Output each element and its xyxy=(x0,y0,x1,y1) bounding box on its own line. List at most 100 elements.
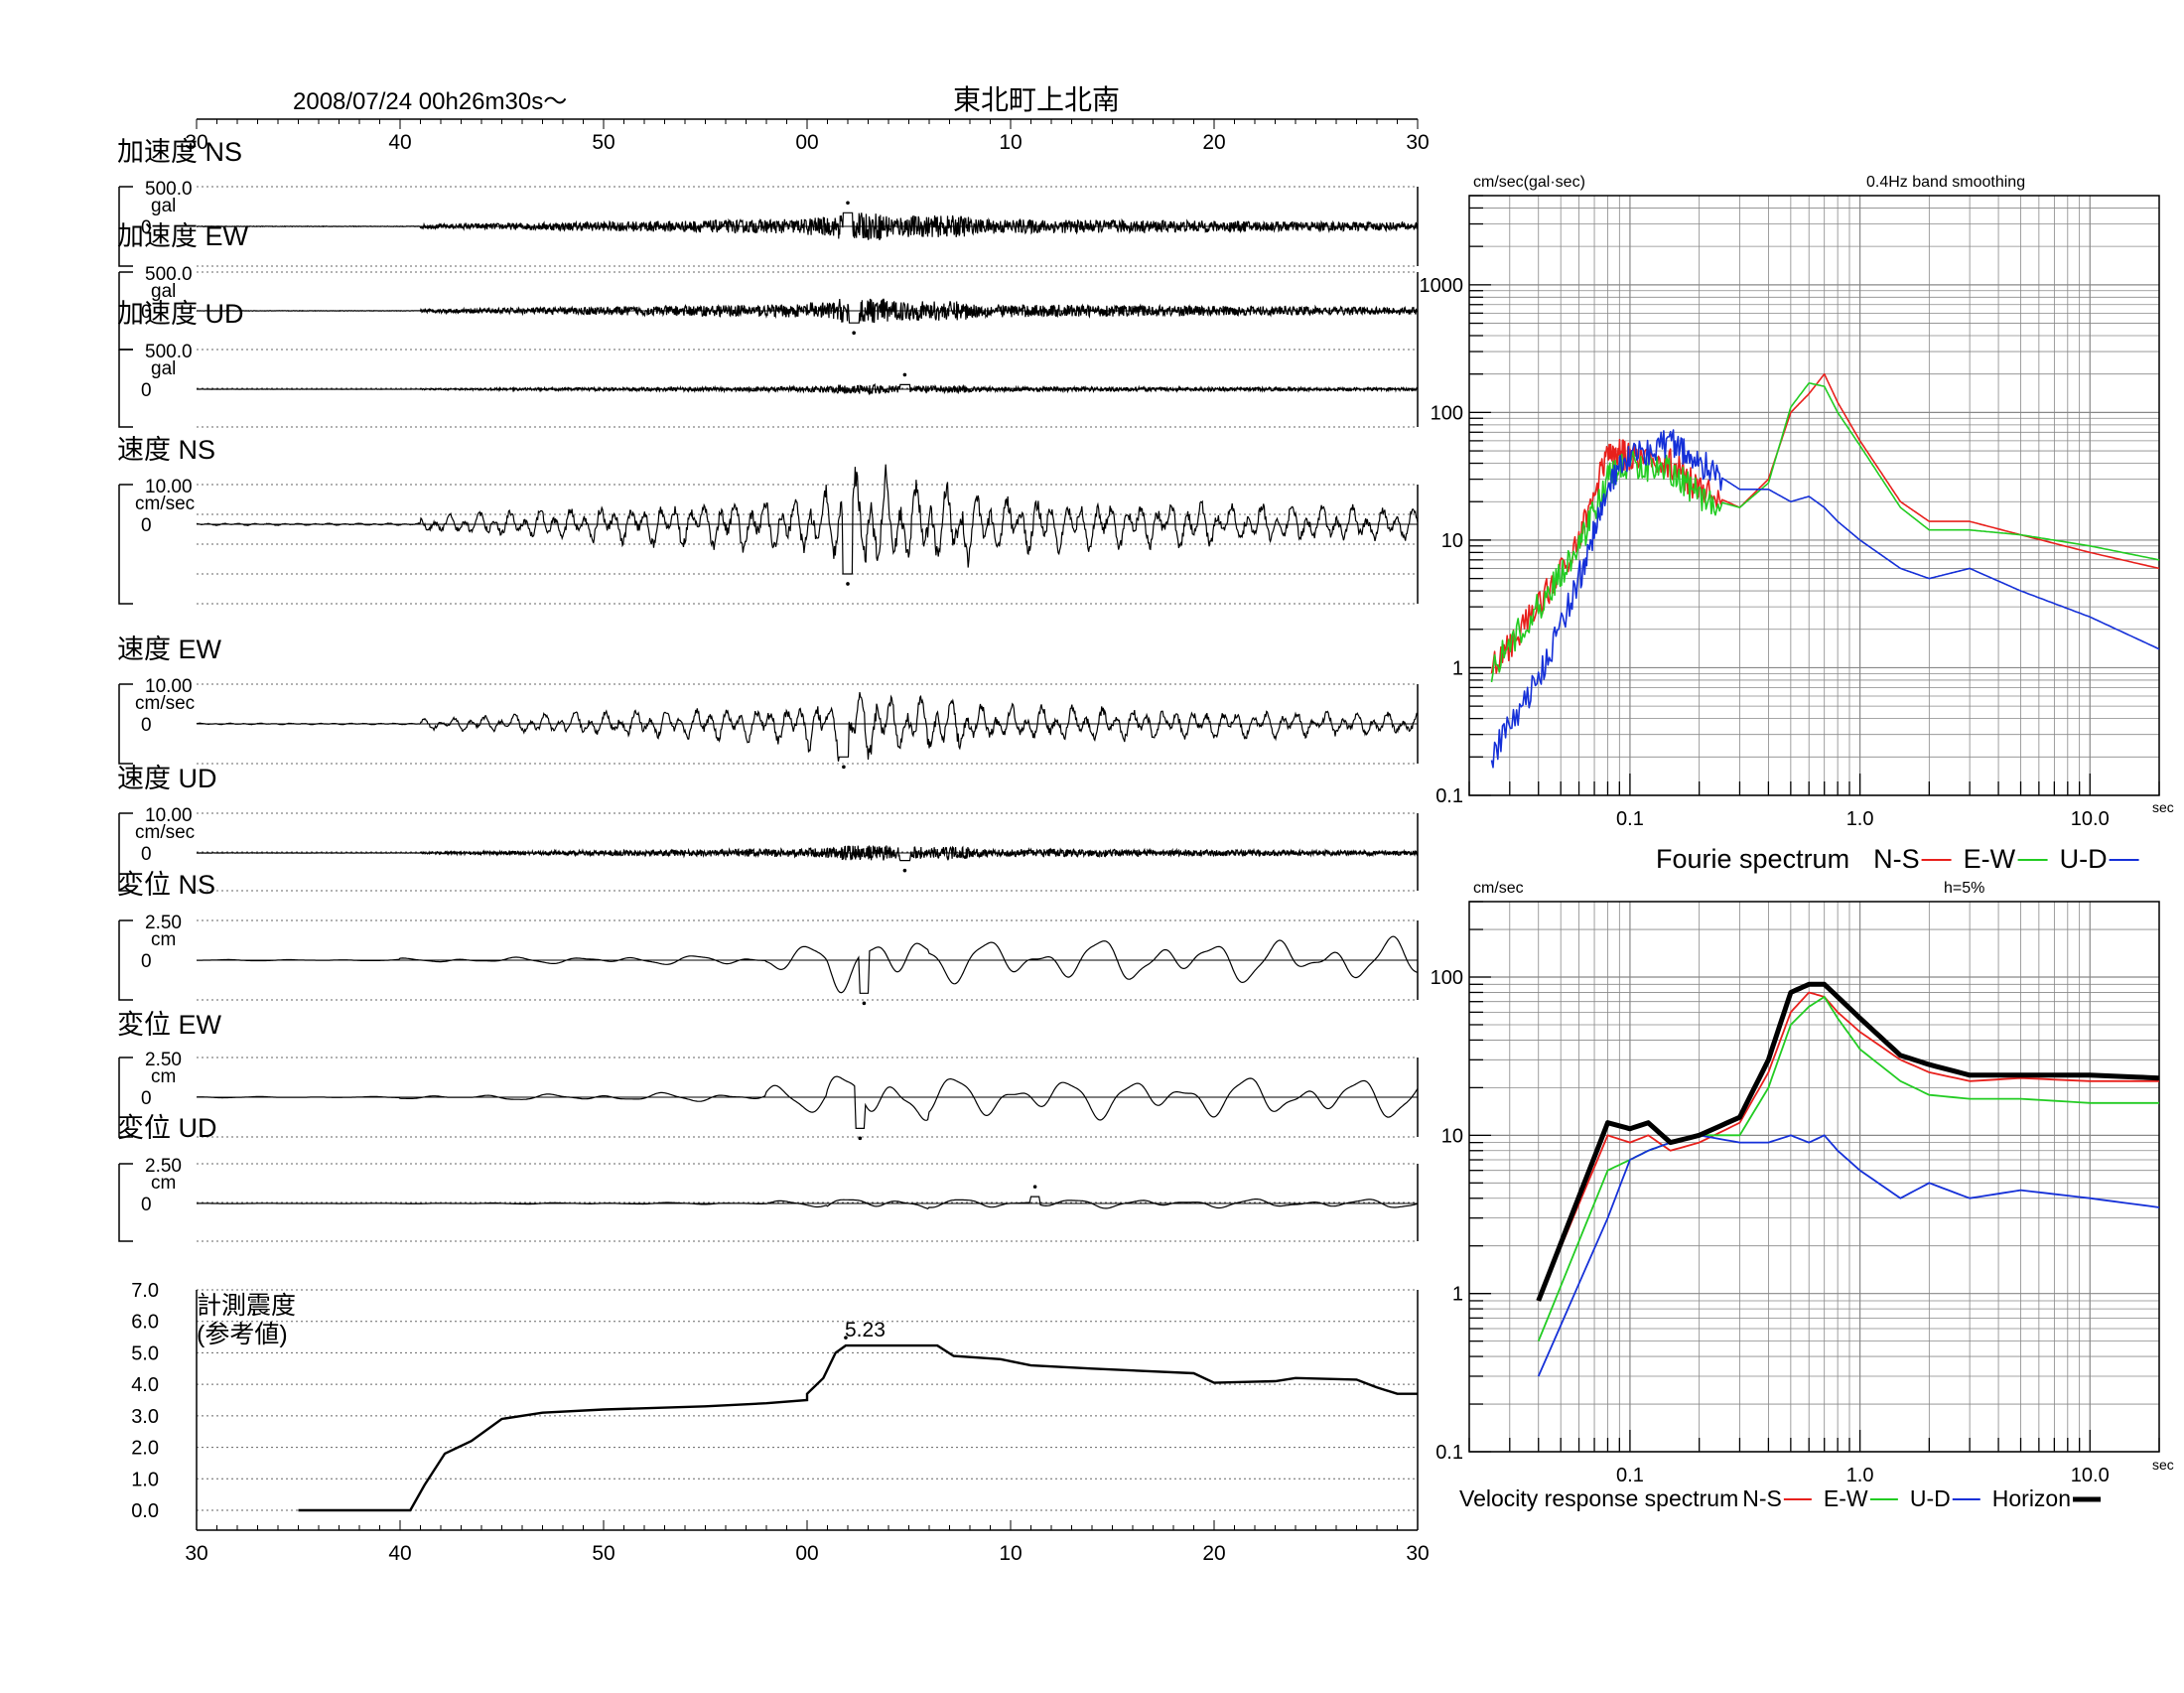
intensity-time-label: 40 xyxy=(388,1542,411,1565)
record-datetime: 2008/07/24 00h26m30s〜 xyxy=(293,88,567,115)
spectrum-series-ud xyxy=(1490,429,2160,769)
trace-unit: gal xyxy=(151,196,176,216)
station-name: 東北町上北南 xyxy=(953,84,1120,115)
trace-zero: 0 xyxy=(141,715,152,736)
trace-unit: cm xyxy=(151,1173,176,1194)
fourier-legend-label: N-S xyxy=(1873,844,1920,874)
spectrum-y-label: 1 xyxy=(1452,1284,1463,1306)
response-legend-title: Velocity response spectrum xyxy=(1459,1485,1738,1511)
intensity-peak-marker xyxy=(844,1336,848,1340)
response-legend-label: E-W xyxy=(1824,1485,1868,1511)
trace-label: 加速度 EW xyxy=(117,221,249,251)
time-tick-label: 40 xyxy=(388,131,411,154)
trace-zero: 0 xyxy=(141,1195,152,1215)
fourier-spectrum-chart: cm/sec(gal·sec) 0.4Hz band smoothing sec… xyxy=(1420,174,2174,874)
trace-label: 加速度 NS xyxy=(117,137,242,167)
trace-unit: cm xyxy=(151,929,176,950)
spectrum-series-ew xyxy=(1537,996,2159,1341)
spectrum-y-label: 10 xyxy=(1441,530,1463,552)
intensity-title: 計測震度 xyxy=(197,1292,296,1320)
spectrum-x-label: 1.0 xyxy=(1846,808,1874,830)
trace-panel-dis-ud: 変位 UD2.50cm0 xyxy=(117,1113,1419,1242)
response-spectrum-chart: cm/sec h=5% sec Velocity response spectr… xyxy=(1431,880,2174,1511)
seismogram-report: 2008/07/24 00h26m30s〜 東北町上北南 30 40 50 00 10 2… xyxy=(0,0,2184,1688)
seismogram-figure: 2008/07/24 00h26m30s〜 東北町上北南 30 40 50 00 10 2… xyxy=(117,84,2174,1565)
time-tick-label: 30 xyxy=(1406,131,1429,154)
trace-zero: 0 xyxy=(141,844,152,865)
spectrum-x-label: 0.1 xyxy=(1616,1465,1644,1486)
trace-unit: cm xyxy=(151,1066,176,1087)
panel-bracket xyxy=(118,1164,133,1242)
peak-marker xyxy=(862,1001,867,1006)
spectrum-y-label: 0.1 xyxy=(1435,1442,1463,1464)
trace-label: 速度 NS xyxy=(117,435,215,465)
peak-marker xyxy=(842,765,846,770)
time-tick-label: 20 xyxy=(1202,131,1225,154)
spectrum-series-ns xyxy=(1490,372,2160,674)
fourier-legend-label: E-W xyxy=(1964,844,2016,874)
intensity-tick-label: 2.0 xyxy=(131,1438,159,1460)
waveform-trace xyxy=(196,692,1419,762)
time-tick-label: 50 xyxy=(592,131,614,154)
intensity-time-label: 20 xyxy=(1202,1542,1225,1565)
response-y-unit: cm/sec xyxy=(1473,880,1524,897)
intensity-tick-label: 3.0 xyxy=(131,1406,159,1428)
trace-label: 速度 EW xyxy=(117,635,222,664)
trace-panel-acc-ew: 加速度 EW500.0gal0 xyxy=(117,221,1419,351)
panel-bracket xyxy=(118,350,133,428)
response-legend-label: U-D xyxy=(1910,1485,1951,1511)
trace-panel-vel-ud: 速度 UD10.00cm/sec0 xyxy=(117,764,1419,892)
trace-zero: 0 xyxy=(141,515,152,536)
spectrum-x-label: 10.0 xyxy=(2071,808,2110,830)
intensity-time-label: 50 xyxy=(592,1542,614,1565)
fourier-smoothing: 0.4Hz band smoothing xyxy=(1866,174,2025,191)
waveform-panels: 30 40 50 00 10 20 30加速度 NS500.0gal0加速度 EW500.0… xyxy=(117,118,1430,1242)
peak-marker xyxy=(852,331,856,336)
peak-marker xyxy=(846,582,850,586)
spectrum-frame xyxy=(1468,195,2160,796)
intensity-time-label: 30 xyxy=(185,1542,207,1565)
trace-panel-vel-ns: 速度 NS10.00cm/sec0 xyxy=(117,435,1419,605)
intensity-tick-label: 5.0 xyxy=(131,1342,159,1364)
time-tick-label: 00 xyxy=(795,131,818,154)
intensity-time-label: 30 xyxy=(1406,1542,1429,1565)
fourier-x-unit: sec xyxy=(2152,799,2174,815)
peak-marker xyxy=(858,1136,863,1141)
intensity-tick-label: 6.0 xyxy=(131,1312,159,1334)
trace-label: 速度 UD xyxy=(117,764,217,793)
trace-panel-dis-ew: 変位 EW2.50cm0 xyxy=(117,1010,1419,1141)
trace-panel-dis-ns: 変位 NS2.50cm0 xyxy=(117,870,1419,1006)
spectrum-series-ud xyxy=(1537,1134,2160,1377)
waveform-trace xyxy=(196,464,1419,575)
intensity-line xyxy=(298,1343,1418,1512)
trace-panel-acc-ud: 加速度 UD500.0gal0 xyxy=(117,299,1419,428)
trace-panel-vel-ew: 速度 EW10.00cm/sec0 xyxy=(117,635,1419,770)
trace-panel-acc-ns: 加速度 NS500.0gal0 xyxy=(117,137,1419,267)
peak-marker xyxy=(902,372,907,377)
spectrum-y-label: 100 xyxy=(1431,402,1463,424)
spectrum-series-ns xyxy=(1537,991,2159,1302)
intensity-subtitle: (参考値) xyxy=(197,1321,288,1348)
trace-unit: cm/sec xyxy=(135,494,195,514)
trace-label: 変位 UD xyxy=(117,1113,217,1143)
panel-bracket xyxy=(118,485,133,605)
fourier-y-unit: cm/sec(gal·sec) xyxy=(1473,174,1585,191)
peak-marker xyxy=(902,868,907,873)
intensity-tick-label: 4.0 xyxy=(131,1374,159,1396)
trace-zero: 0 xyxy=(141,1088,152,1109)
trace-label: 加速度 UD xyxy=(117,299,244,329)
trace-label: 変位 NS xyxy=(117,870,215,900)
spectrum-x-label: 1.0 xyxy=(1846,1465,1874,1486)
peak-marker xyxy=(846,201,850,206)
waveform-trace xyxy=(196,935,1419,994)
trace-unit: cm/sec xyxy=(135,693,195,714)
trace-unit: gal xyxy=(151,358,176,379)
intensity-time-label: 00 xyxy=(795,1542,818,1565)
response-legend-label: Horizon xyxy=(1992,1485,2071,1511)
spectrum-y-label: 1000 xyxy=(1420,275,1464,297)
response-x-unit: sec xyxy=(2152,1457,2174,1473)
intensity-time-label: 10 xyxy=(999,1542,1022,1565)
response-legend-label: N-S xyxy=(1742,1485,1782,1511)
trace-zero: 0 xyxy=(141,380,152,401)
intensity-tick-label: 0.0 xyxy=(131,1500,159,1522)
